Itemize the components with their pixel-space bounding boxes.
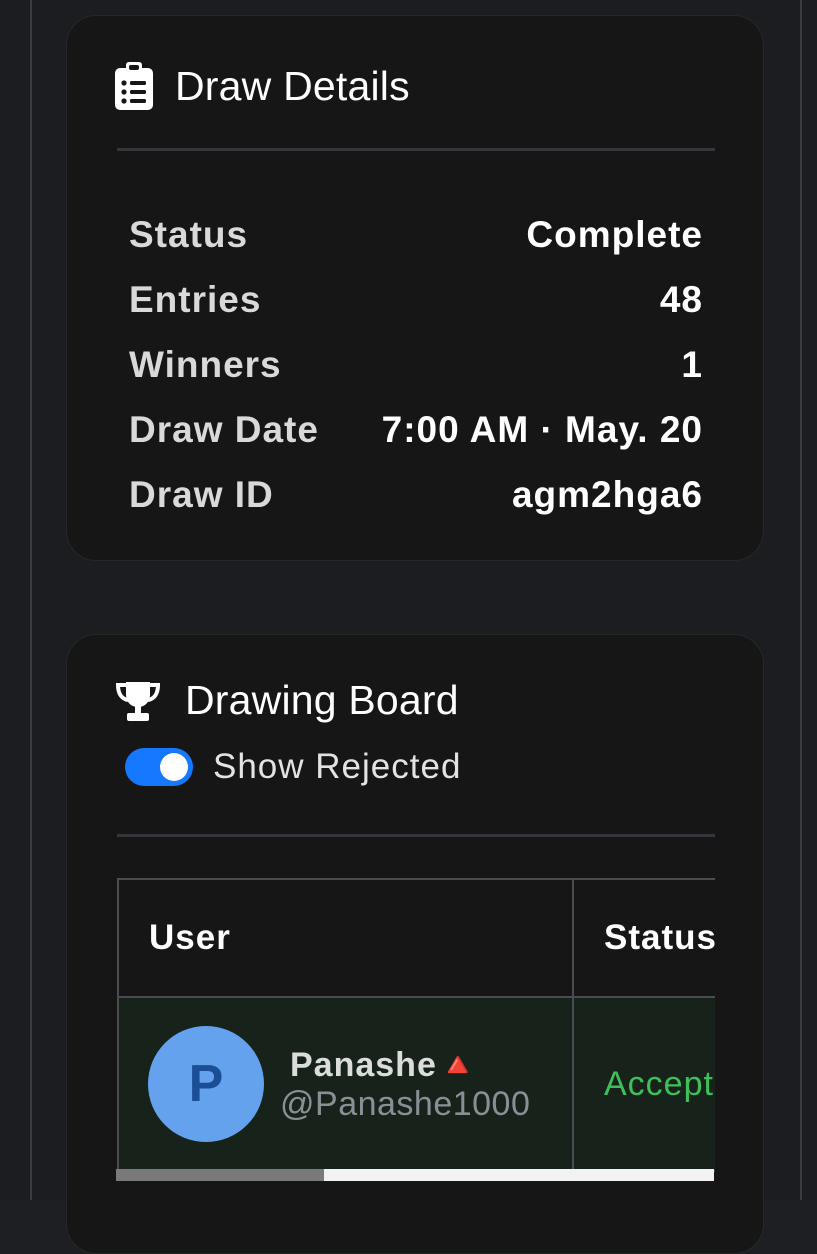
detail-row-winners: Winners 1 [129, 332, 703, 397]
detail-label: Draw Date [129, 408, 319, 450]
page-background: Draw Details Status Complete Entries 48 … [0, 0, 817, 1254]
draw-details-title: Draw Details [175, 62, 410, 109]
detail-row-draw-id: Draw ID agm2hga6 [129, 462, 703, 527]
drawing-board-header: Drawing Board [115, 677, 459, 724]
detail-value: 48 [659, 278, 703, 320]
avatar[interactable]: P [148, 1026, 264, 1142]
scrollbar-thumb[interactable] [116, 1169, 324, 1181]
right-border-line [800, 0, 802, 1200]
drawing-board-title: Drawing Board [185, 677, 459, 723]
show-rejected-row: Show Rejected [125, 747, 461, 787]
horizontal-scrollbar[interactable] [116, 1169, 714, 1181]
show-rejected-label: Show Rejected [213, 747, 462, 786]
table-row[interactable]: P Panashe🔺 @Panashe1000 Accepted [117, 996, 715, 1172]
detail-row-draw-date: Draw Date 7:00 AM · May. 20 [129, 397, 703, 462]
draw-details-card: Draw Details Status Complete Entries 48 … [66, 15, 764, 561]
detail-value: 1 [681, 343, 703, 385]
drawing-board-card: Drawing Board Show Rejected User Status [66, 634, 764, 1254]
detail-value: 7:00 AM · May. 20 [381, 408, 703, 450]
entries-table: User Status P Panashe🔺 @Panashe1000 Acce… [117, 878, 715, 1172]
entry-status: Accepted [572, 996, 715, 1172]
detail-row-status: Status Complete [129, 202, 703, 267]
draw-details-divider [117, 148, 715, 151]
user-cell: P Panashe🔺 @Panashe1000 [117, 996, 574, 1172]
show-rejected-toggle[interactable] [125, 748, 193, 786]
draw-details-list: Status Complete Entries 48 Winners 1 Dra… [129, 202, 703, 527]
detail-label: Winners [129, 343, 282, 385]
detail-label: Draw ID [129, 473, 274, 515]
detail-label: Status [129, 213, 249, 255]
clipboard-icon [115, 62, 153, 110]
user-handle[interactable]: @Panashe1000 [280, 1085, 530, 1124]
detail-value: agm2hga6 [511, 473, 703, 515]
draw-details-header: Draw Details [115, 62, 410, 110]
column-header-user[interactable]: User [117, 878, 574, 998]
toggle-knob [160, 753, 188, 781]
detail-label: Entries [129, 278, 262, 320]
column-header-status[interactable]: Status [572, 878, 715, 998]
entries-table-container[interactable]: User Status P Panashe🔺 @Panashe1000 Acce… [117, 878, 715, 1181]
detail-row-entries: Entries 48 [129, 267, 703, 332]
detail-value: Complete [526, 213, 703, 255]
drawing-board-divider [117, 834, 715, 837]
left-border-line [30, 0, 32, 1200]
trophy-icon [115, 680, 161, 722]
table-header-row: User Status [117, 878, 715, 998]
user-display-name[interactable]: Panashe🔺 [280, 1045, 530, 1085]
